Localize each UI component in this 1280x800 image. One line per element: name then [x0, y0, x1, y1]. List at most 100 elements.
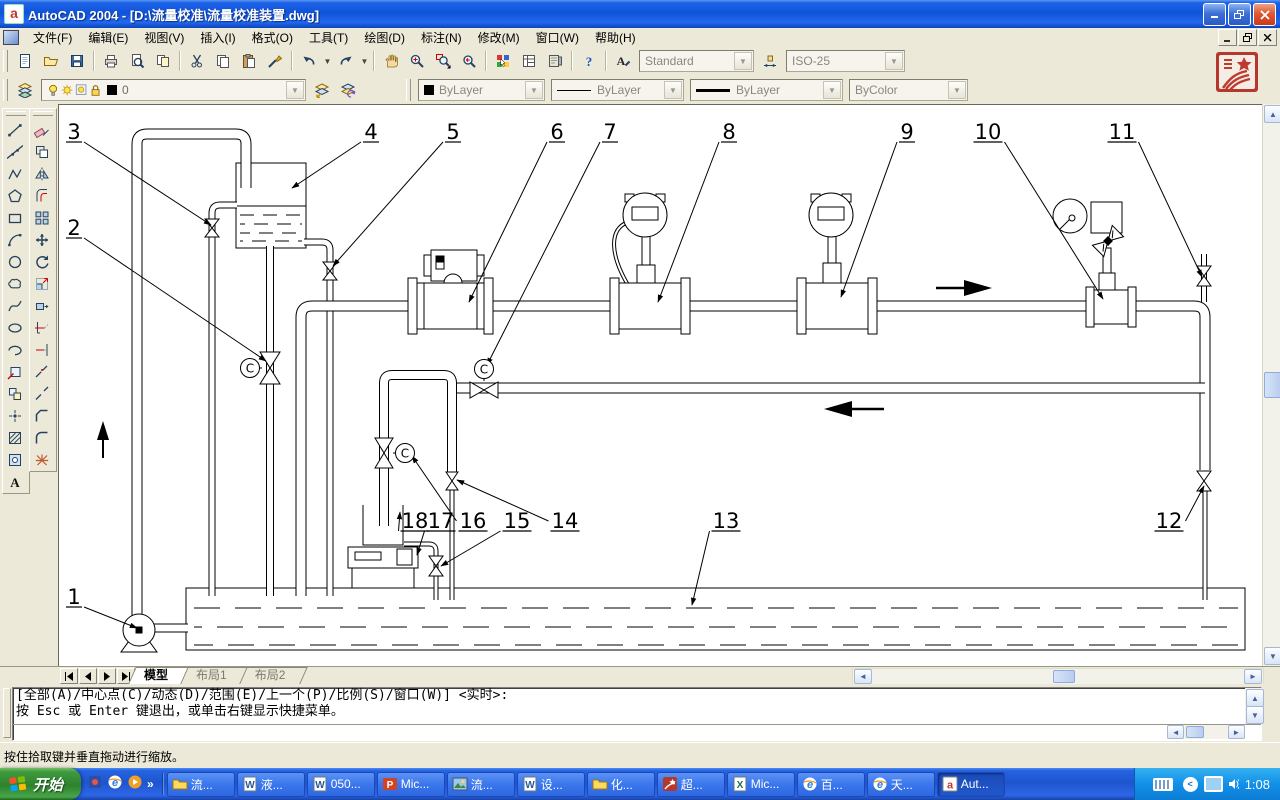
extend-tool-button[interactable] — [30, 339, 54, 361]
new-file-button[interactable] — [12, 48, 38, 74]
fillet-tool-button[interactable] — [30, 427, 54, 449]
chevron-down-icon[interactable]: ▼ — [823, 81, 841, 99]
drawing-canvas[interactable]: 123456789101112131415161718CCC — [58, 104, 1262, 666]
menu-O[interactable]: 格式(O) — [244, 28, 301, 47]
save-button[interactable] — [64, 48, 90, 74]
offset-tool-button[interactable] — [30, 185, 54, 207]
first-tab-button[interactable] — [60, 668, 78, 684]
task-button-1[interactable]: 流... — [167, 772, 235, 797]
hide-icons-chevron[interactable]: < — [1183, 777, 1198, 792]
next-tab-button[interactable] — [98, 668, 116, 684]
task-button-5[interactable]: 流... — [447, 772, 515, 797]
chevron-down-icon[interactable]: ▼ — [885, 52, 903, 70]
task-button-4[interactable]: PMic... — [377, 772, 445, 797]
task-button-3[interactable]: W050... — [307, 772, 375, 797]
scroll-right-icon[interactable]: ► — [1244, 669, 1262, 684]
spline-tool-button[interactable] — [3, 295, 27, 317]
stretch-tool-button[interactable] — [30, 295, 54, 317]
hatch-tool-button[interactable] — [3, 427, 27, 449]
mdi-close-button[interactable] — [1258, 29, 1277, 46]
restore-button[interactable] — [1228, 3, 1251, 26]
polygon-tool-button[interactable] — [3, 185, 27, 207]
menu-W[interactable]: 窗口(W) — [528, 28, 587, 47]
task-button-12[interactable]: aAut... — [937, 772, 1005, 797]
task-button-8[interactable]: 超... — [657, 772, 725, 797]
menu-M[interactable]: 修改(M) — [470, 28, 528, 47]
insert-block-tool-button[interactable] — [3, 361, 27, 383]
scroll-up-icon[interactable]: ▲ — [1246, 689, 1264, 707]
menu-E[interactable]: 编辑(E) — [80, 28, 136, 47]
previous-tab-button[interactable] — [79, 668, 97, 684]
tab-model[interactable]: 模型 — [130, 667, 182, 684]
redo-button[interactable] — [333, 48, 359, 74]
point-tool-button[interactable] — [3, 405, 27, 427]
menu-T[interactable]: 工具(T) — [301, 28, 356, 47]
ssreader-logo[interactable] — [1216, 52, 1258, 92]
pan-realtime-button[interactable] — [378, 48, 404, 74]
revision-cloud-tool-button[interactable] — [3, 273, 27, 295]
publish-button[interactable] — [150, 48, 176, 74]
mdi-minimize-button[interactable] — [1218, 29, 1237, 46]
quick-launch-media[interactable] — [127, 774, 143, 795]
multiline-text-tool-button[interactable]: A — [3, 471, 27, 493]
toolbar-grip[interactable] — [3, 50, 8, 72]
print-button[interactable] — [98, 48, 124, 74]
chevron-down-icon[interactable]: ▼ — [734, 52, 752, 70]
color-combo[interactable]: ByLayer ▼ — [418, 79, 545, 101]
scroll-left-icon[interactable]: ◄ — [854, 669, 872, 684]
print-preview-button[interactable] — [124, 48, 150, 74]
chevron-down-icon[interactable]: ▼ — [664, 81, 682, 99]
open-file-button[interactable] — [38, 48, 64, 74]
designcenter-button[interactable] — [516, 48, 542, 74]
paste-button[interactable] — [236, 48, 262, 74]
ellipse-tool-button[interactable] — [3, 317, 27, 339]
copy-button[interactable] — [210, 48, 236, 74]
menu-V[interactable]: 视图(V) — [136, 28, 192, 47]
lineweight-combo[interactable]: ByLayer ▼ — [690, 79, 843, 101]
zoom-realtime-button[interactable] — [404, 48, 430, 74]
menu-I[interactable]: 插入(I) — [192, 28, 243, 47]
move-tool-button[interactable] — [30, 229, 54, 251]
task-button-7[interactable]: 化... — [587, 772, 655, 797]
task-button-11[interactable]: e天... — [867, 772, 935, 797]
chamfer-tool-button[interactable] — [30, 405, 54, 427]
toolbar-grip[interactable] — [3, 79, 8, 101]
polyline-tool-button[interactable] — [3, 163, 27, 185]
canvas-vertical-scrollbar[interactable]: ▲ ▼ — [1262, 104, 1280, 666]
erase-tool-button[interactable] — [30, 119, 54, 141]
chevron-down-icon[interactable]: ▼ — [948, 81, 966, 99]
construction-line-tool-button[interactable] — [3, 141, 27, 163]
chevron-down-icon[interactable]: ▼ — [525, 81, 543, 99]
horizontal-scroll-thumb[interactable] — [1186, 726, 1203, 738]
quick-launch-overflow[interactable]: » — [147, 777, 154, 791]
text-style-button[interactable]: A — [610, 48, 636, 74]
quick-launch-ie[interactable]: e — [107, 774, 123, 795]
drawing-file-icon[interactable] — [3, 30, 19, 45]
trim-tool-button[interactable] — [30, 317, 54, 339]
properties-button[interactable] — [490, 48, 516, 74]
task-button-9[interactable]: XMic... — [727, 772, 795, 797]
layer-previous-button[interactable] — [309, 77, 335, 103]
menu-F[interactable]: 文件(F) — [25, 28, 80, 47]
explode-tool-button[interactable] — [30, 449, 54, 471]
menu-N[interactable]: 标注(N) — [413, 28, 470, 47]
make-block-tool-button[interactable] — [3, 383, 27, 405]
scroll-left-icon[interactable]: ◄ — [1167, 725, 1184, 739]
match-properties-button[interactable] — [262, 48, 288, 74]
linetype-combo[interactable]: ByLayer ▼ — [551, 79, 684, 101]
chevron-down-icon[interactable]: ▼ — [286, 81, 304, 99]
layer-manager-button[interactable] — [12, 77, 38, 103]
layer-states-button[interactable] — [335, 77, 361, 103]
quick-launch-app[interactable] — [87, 774, 103, 795]
scroll-down-icon[interactable]: ▼ — [1264, 647, 1280, 665]
canvas-horizontal-scrollbar[interactable]: ◄ ► — [852, 668, 1264, 685]
mirror-tool-button[interactable] — [30, 163, 54, 185]
close-button[interactable] — [1253, 3, 1276, 26]
scroll-up-icon[interactable]: ▲ — [1264, 105, 1280, 123]
zoom-previous-button[interactable] — [456, 48, 482, 74]
command-window-grip[interactable] — [3, 688, 11, 738]
line-tool-button[interactable] — [3, 119, 27, 141]
arc-tool-button[interactable] — [3, 229, 27, 251]
cut-button[interactable] — [184, 48, 210, 74]
vertical-scroll-thumb[interactable] — [1264, 372, 1280, 398]
